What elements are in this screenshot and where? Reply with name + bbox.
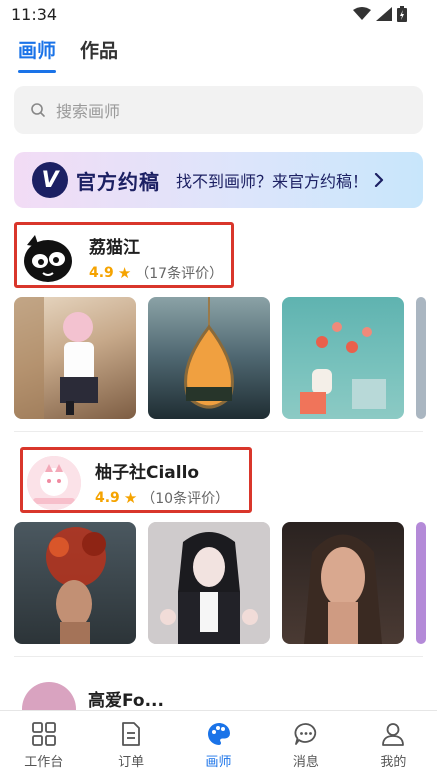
star-icon: ★ — [123, 489, 138, 507]
artwork-thumbnail[interactable] — [14, 522, 136, 644]
tab-label: 我的 — [380, 755, 407, 770]
search-input[interactable]: 搜索画师 — [14, 86, 423, 134]
promo-subtitle: 找不到画师？来官方约稿！ — [176, 172, 369, 191]
avatar[interactable] — [22, 682, 76, 710]
artwork-thumbnail[interactable] — [148, 522, 270, 644]
artwork-gallery — [14, 522, 426, 644]
person-icon — [382, 723, 405, 746]
tab-profile[interactable]: 我的 — [350, 711, 437, 777]
battery-icon — [397, 6, 407, 22]
tab-label: 工作台 — [24, 755, 64, 770]
search-icon — [31, 103, 45, 117]
review-count: （17条评价） — [135, 266, 224, 282]
wifi-icon — [353, 7, 371, 20]
tab-artists-nav[interactable]: 画师 — [175, 711, 262, 777]
artist-name: 柚子社Ciallo — [95, 463, 200, 483]
artwork-thumbnail[interactable] — [416, 297, 426, 419]
tab-messages[interactable]: 消息 — [262, 711, 349, 777]
chat-bubble-icon — [294, 723, 317, 745]
signal-icon — [376, 7, 392, 21]
artwork-thumbnail[interactable] — [148, 297, 270, 419]
tab-works[interactable]: 作品 — [80, 36, 118, 73]
rating-score: 4.9 — [95, 490, 120, 506]
artwork-thumbnail[interactable] — [416, 522, 426, 644]
official-commission-banner[interactable]: V 官方约稿 找不到画师？来官方约稿！ — [14, 152, 423, 208]
status-bar: 11:34 — [0, 0, 437, 30]
artwork-thumbnail[interactable] — [282, 522, 404, 644]
rating: 4.9 ★ （10条评价） — [95, 488, 229, 508]
star-icon: ★ — [117, 264, 132, 282]
grid-icon — [31, 722, 56, 746]
tab-label: 画师 — [205, 755, 232, 770]
bottom-tab-bar: 工作台 订单 画师 消息 我的 — [0, 710, 437, 777]
tab-artists[interactable]: 画师 — [18, 36, 57, 73]
divider — [14, 656, 423, 657]
avatar[interactable] — [21, 231, 75, 285]
artist-name: 高爱Fo... — [88, 691, 164, 710]
review-count: （10条评价） — [141, 491, 230, 507]
palette-icon — [207, 723, 230, 745]
artwork-thumbnail[interactable] — [282, 297, 404, 419]
chevron-right-icon — [374, 173, 384, 187]
artist-header[interactable]: 柚子社Ciallo 4.9 ★ （10条评价） — [20, 447, 252, 513]
status-time: 11:34 — [11, 5, 58, 24]
top-tabs: 画师 作品 — [18, 36, 118, 73]
rating: 4.9 ★ （17条评价） — [89, 263, 223, 283]
status-icons — [353, 6, 407, 22]
tab-label: 消息 — [292, 755, 319, 770]
tab-orders[interactable]: 订单 — [87, 711, 174, 777]
tab-workbench[interactable]: 工作台 — [0, 711, 87, 777]
artwork-gallery — [14, 297, 426, 419]
promo-title: 官方约稿 — [76, 169, 160, 194]
search-placeholder: 搜索画师 — [56, 102, 121, 121]
artist-name: 荔猫江 — [89, 238, 140, 258]
artist-card[interactable]: 高爱Fo... — [0, 672, 437, 710]
artwork-thumbnail[interactable] — [14, 297, 136, 419]
document-icon — [122, 722, 141, 746]
divider — [14, 431, 423, 432]
avatar[interactable] — [27, 456, 81, 510]
rating-score: 4.9 — [89, 265, 114, 281]
artist-header[interactable]: 荔猫江 4.9 ★ （17条评价） — [14, 222, 234, 288]
tab-label: 订单 — [118, 755, 145, 770]
v-logo-icon: V — [32, 162, 68, 198]
